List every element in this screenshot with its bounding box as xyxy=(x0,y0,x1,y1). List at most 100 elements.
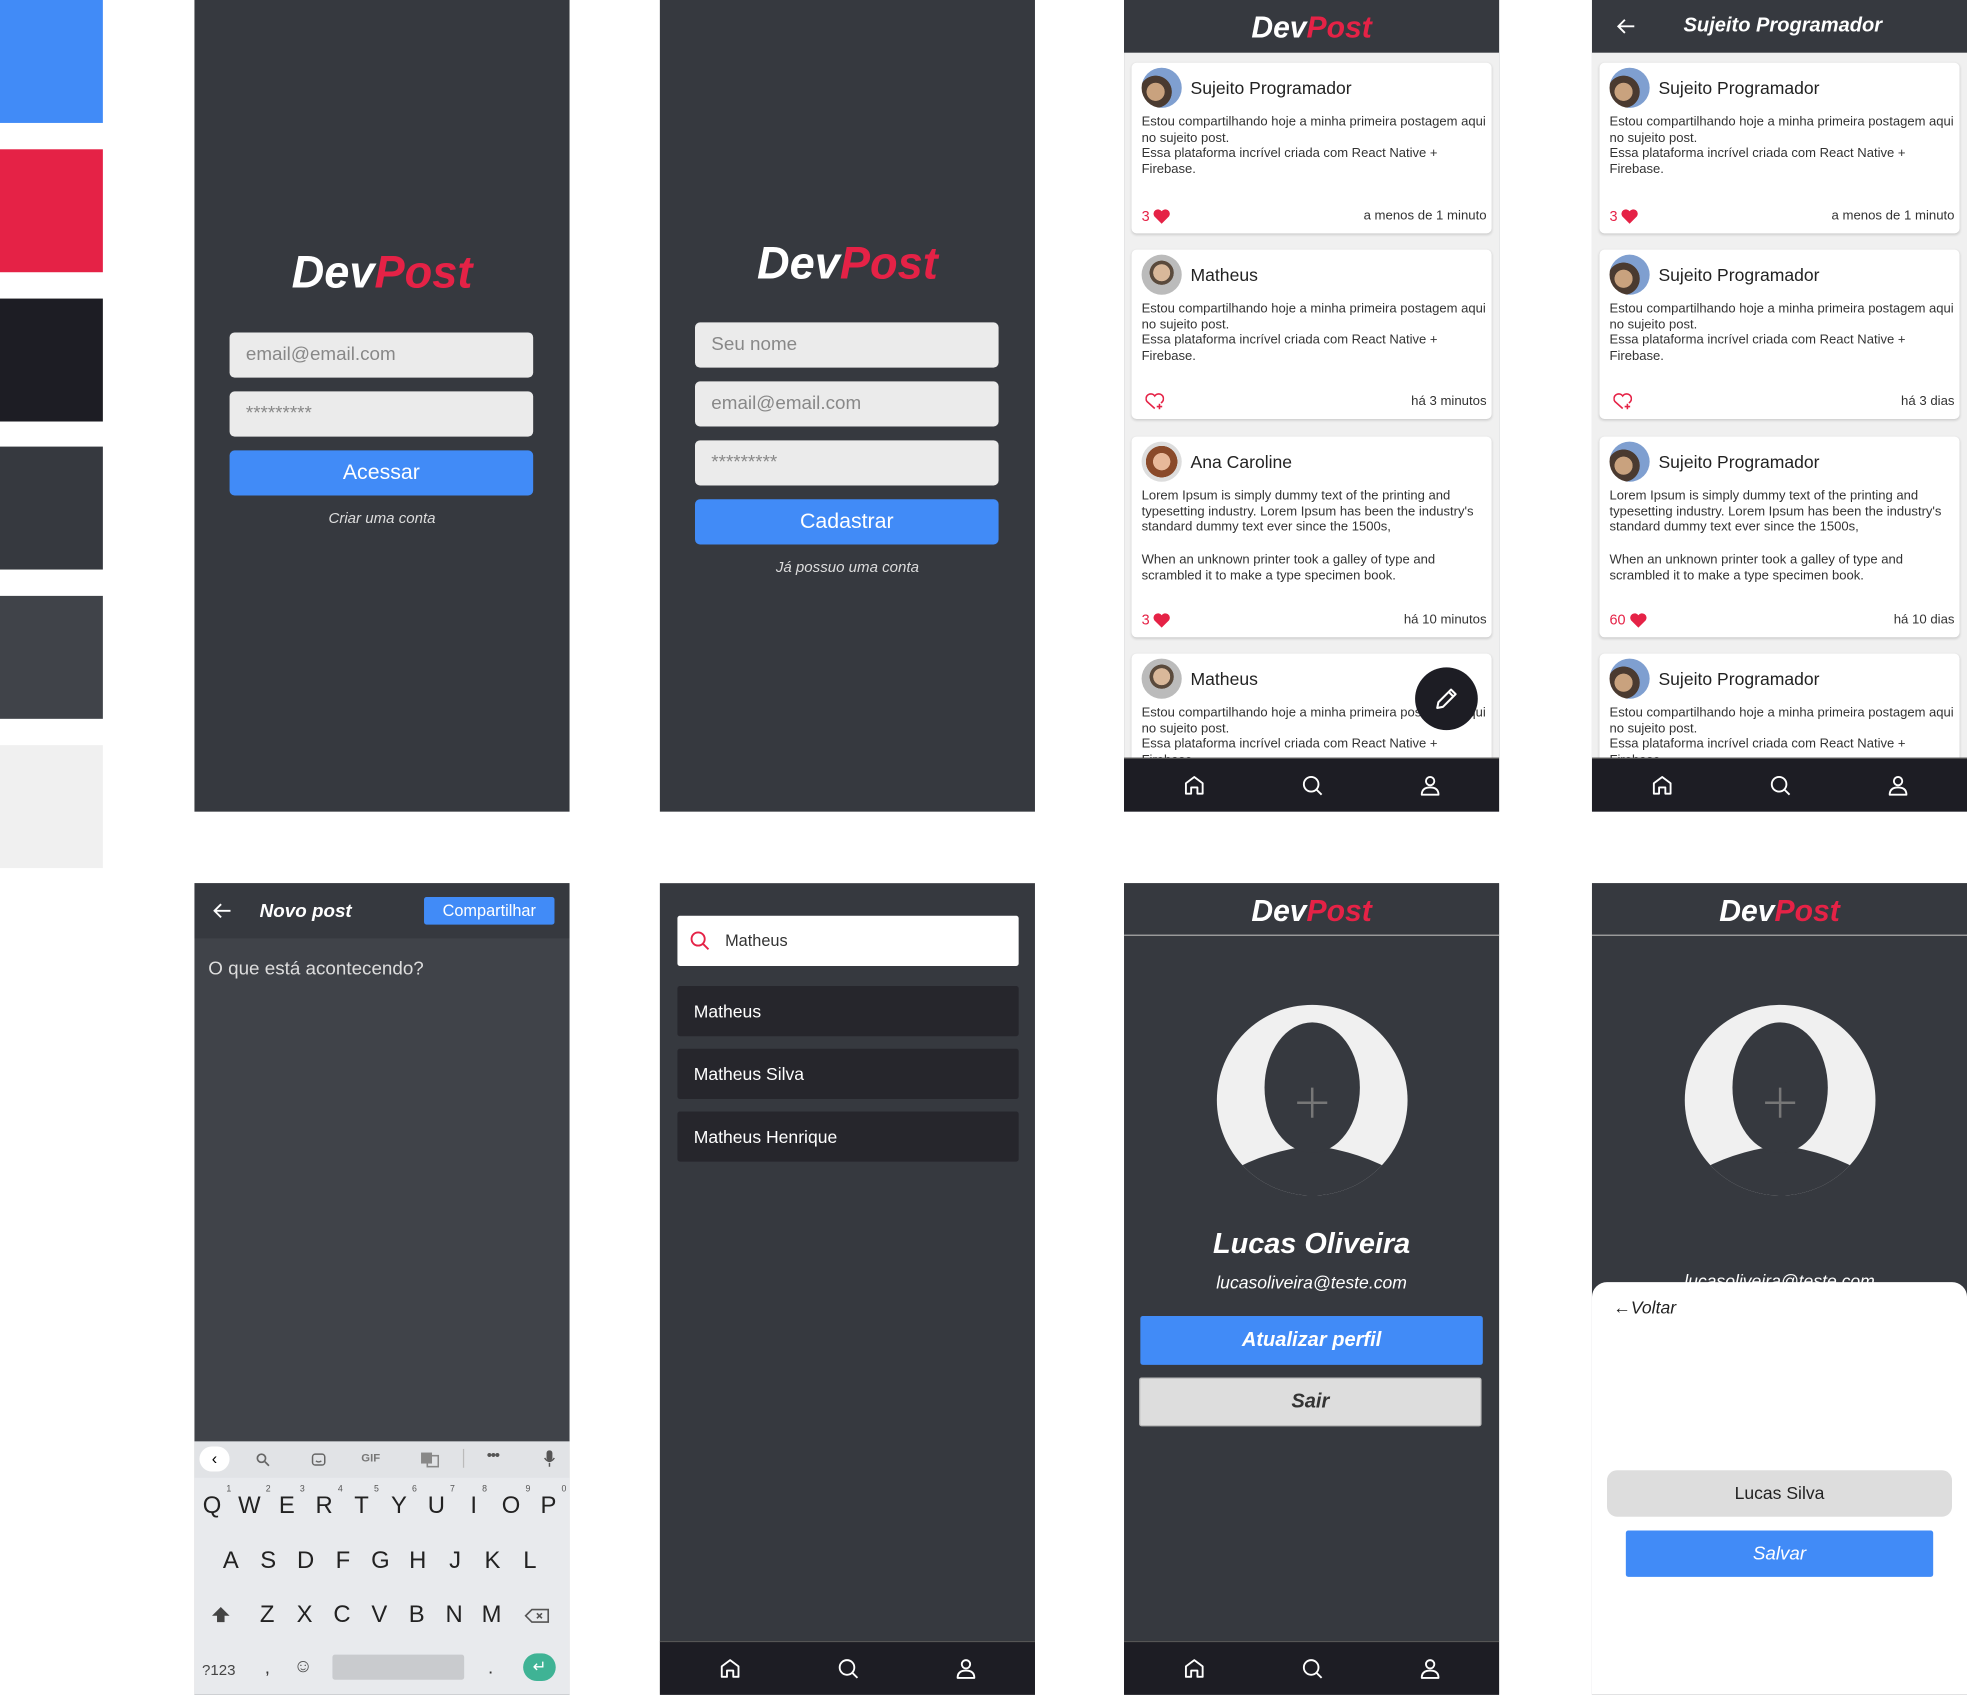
key[interactable]: C xyxy=(333,1602,350,1630)
key[interactable]: X xyxy=(297,1602,313,1630)
key[interactable]: Y6 xyxy=(391,1485,417,1521)
profile-avatar[interactable] xyxy=(1216,1004,1408,1196)
backspace-icon[interactable] xyxy=(524,1608,550,1623)
tab-search[interactable] xyxy=(835,1656,860,1681)
update-profile-button[interactable]: Atualizar perfil xyxy=(1140,1315,1483,1365)
heart-filled-icon[interactable] xyxy=(1153,612,1171,628)
heart-plus-icon[interactable] xyxy=(1613,393,1633,411)
tab-profile[interactable] xyxy=(1418,773,1443,798)
email-input[interactable]: email@email.com xyxy=(694,381,999,427)
login-button[interactable]: Acessar xyxy=(229,450,534,496)
more-icon[interactable]: ••• xyxy=(487,1446,500,1464)
key[interactable]: J xyxy=(449,1548,461,1576)
key[interactable]: Q1 xyxy=(203,1485,232,1521)
tab-search[interactable] xyxy=(1768,773,1793,798)
signup-button[interactable]: Cadastrar xyxy=(694,499,999,545)
key[interactable]: S xyxy=(260,1548,276,1576)
heart-plus-icon[interactable] xyxy=(1145,393,1165,411)
key[interactable]: I8 xyxy=(470,1485,487,1521)
space-key[interactable] xyxy=(332,1654,465,1680)
search-icon[interactable] xyxy=(255,1451,271,1467)
key[interactable]: U7 xyxy=(428,1485,455,1521)
avatar[interactable] xyxy=(1609,658,1650,699)
key[interactable]: A xyxy=(223,1548,239,1576)
mic-icon[interactable] xyxy=(543,1450,556,1468)
tab-home[interactable] xyxy=(1182,1656,1207,1681)
avatar[interactable] xyxy=(1141,658,1182,699)
tab-home[interactable] xyxy=(718,1656,743,1681)
symbols-key[interactable]: ?123 xyxy=(202,1661,235,1679)
period-key[interactable]: . xyxy=(488,1657,493,1678)
post-card[interactable]: Sujeito Programador Estou compartilhando … xyxy=(1599,249,1960,420)
key[interactable]: F xyxy=(336,1548,351,1576)
save-button[interactable]: Salvar xyxy=(1625,1530,1934,1577)
new-post-button[interactable] xyxy=(1415,667,1478,731)
heart-filled-icon[interactable] xyxy=(1153,208,1171,224)
like-button[interactable]: 60 xyxy=(1610,612,1647,628)
key[interactable]: N xyxy=(446,1602,463,1630)
avatar[interactable] xyxy=(1141,441,1182,482)
avatar[interactable] xyxy=(1609,441,1650,482)
like-button[interactable] xyxy=(1610,393,1633,411)
back-arrow-icon[interactable] xyxy=(1615,15,1638,38)
key[interactable]: B xyxy=(409,1602,425,1630)
post-author[interactable]: Sujeito Programador xyxy=(1658,78,1819,98)
back-button[interactable]: ←Voltar xyxy=(1613,1297,1676,1317)
post-author[interactable]: Sujeito Programador xyxy=(1658,452,1819,472)
avatar[interactable] xyxy=(1141,67,1182,108)
sticker-icon[interactable] xyxy=(310,1451,328,1467)
key[interactable]: P0 xyxy=(540,1485,566,1521)
key[interactable]: M xyxy=(482,1602,502,1630)
search-input[interactable]: Matheus xyxy=(677,915,1019,966)
like-button[interactable]: 3 xyxy=(1142,612,1171,628)
profile-avatar[interactable] xyxy=(1684,1004,1876,1196)
post-list[interactable]: Sujeito Programador Estou compartilhando … xyxy=(1591,52,1967,759)
avatar[interactable] xyxy=(1609,67,1650,108)
key[interactable]: R4 xyxy=(316,1485,343,1521)
key[interactable]: W2 xyxy=(238,1485,271,1521)
key[interactable]: T5 xyxy=(354,1485,379,1521)
like-button[interactable] xyxy=(1142,393,1165,411)
tab-home[interactable] xyxy=(1182,773,1207,798)
password-input[interactable]: ********* xyxy=(229,391,534,437)
like-button[interactable]: 3 xyxy=(1610,208,1639,224)
search-result[interactable]: Matheus xyxy=(677,986,1019,1037)
post-author[interactable]: Sujeito Programador xyxy=(1191,78,1352,98)
key[interactable]: Z xyxy=(260,1602,275,1630)
key[interactable]: G xyxy=(371,1548,390,1576)
post-card[interactable]: Ana Caroline Lorem Ipsum is simply dummy … xyxy=(1131,436,1492,638)
tab-profile[interactable] xyxy=(953,1656,978,1681)
shift-icon[interactable] xyxy=(211,1606,231,1624)
post-card[interactable]: Sujeito Programador Estou compartilhando … xyxy=(1131,62,1492,234)
key[interactable]: H xyxy=(409,1548,426,1576)
collapse-icon[interactable]: ‹ xyxy=(199,1446,230,1472)
enter-key[interactable]: ↵ xyxy=(523,1653,556,1682)
email-input[interactable]: email@email.com xyxy=(229,332,534,378)
back-arrow-icon[interactable] xyxy=(211,899,234,922)
key[interactable]: V xyxy=(371,1602,387,1630)
name-input[interactable]: Lucas Silva xyxy=(1607,1470,1953,1517)
heart-filled-icon[interactable] xyxy=(1621,208,1639,224)
tab-search[interactable] xyxy=(1300,773,1325,798)
emoji-icon[interactable]: ☺ xyxy=(294,1656,313,1677)
post-textarea[interactable]: O que está acontecendo? xyxy=(208,958,424,979)
tab-profile[interactable] xyxy=(1418,1656,1443,1681)
like-button[interactable]: 3 xyxy=(1142,208,1171,224)
logout-button[interactable]: Sair xyxy=(1139,1377,1482,1427)
create-account-link[interactable]: Criar uma conta xyxy=(194,509,569,527)
have-account-link[interactable]: Já possuo uma conta xyxy=(660,558,1035,576)
search-result[interactable]: Matheus Silva xyxy=(677,1048,1019,1099)
key[interactable]: D xyxy=(297,1548,314,1576)
post-author[interactable]: Matheus xyxy=(1191,265,1258,285)
key[interactable]: L xyxy=(523,1548,536,1576)
search-result[interactable]: Matheus Henrique xyxy=(677,1111,1019,1162)
gif-button[interactable]: GIF xyxy=(361,1451,380,1464)
post-author[interactable]: Ana Caroline xyxy=(1191,452,1293,472)
share-button[interactable]: Compartilhar xyxy=(424,896,555,925)
tab-home[interactable] xyxy=(1650,773,1675,798)
post-card[interactable]: Matheus Estou compartilhando hoje a minha… xyxy=(1131,249,1492,420)
avatar[interactable] xyxy=(1609,254,1650,295)
password-input[interactable]: ********* xyxy=(694,440,999,486)
post-card[interactable]: Sujeito Programador Estou compartilhando … xyxy=(1599,62,1960,234)
avatar[interactable] xyxy=(1141,254,1182,295)
